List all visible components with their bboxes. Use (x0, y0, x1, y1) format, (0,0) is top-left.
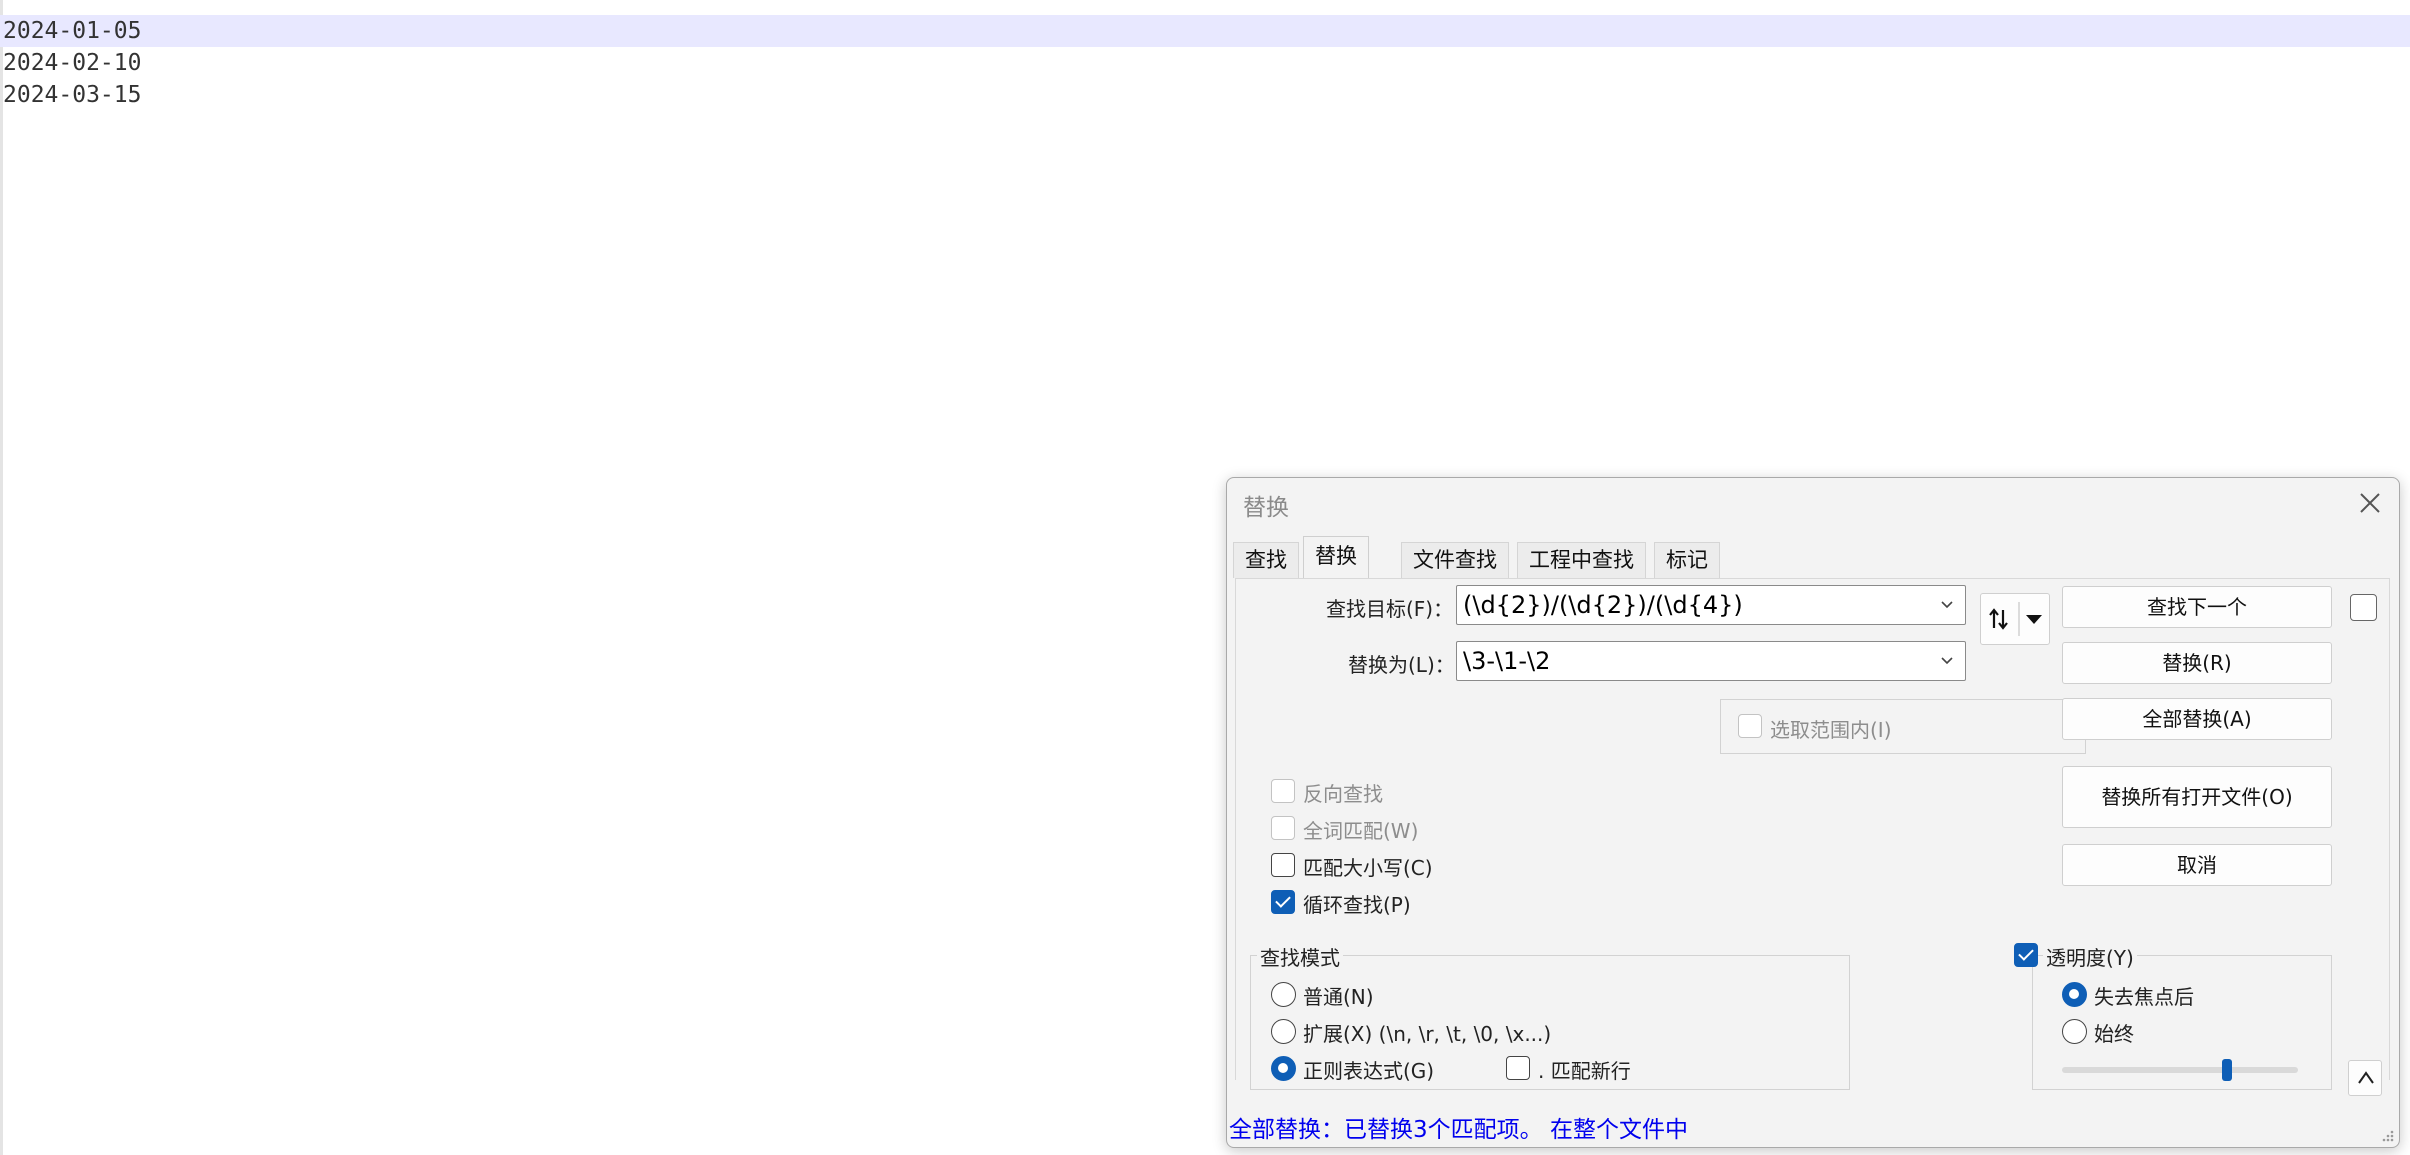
in-selection-checkbox[interactable] (1738, 714, 1762, 738)
dot-newline-checkbox[interactable] (1506, 1056, 1530, 1080)
wrap-around-checkbox[interactable] (1271, 890, 1295, 914)
normal-mode-radio[interactable] (1271, 982, 1296, 1007)
tab-panel: 查找目标(F)： (\d{2})/(\d{2})/(\d{4}) 替换为(L)：… (1235, 578, 2390, 1096)
tab-find[interactable]: 查找 (1233, 542, 1299, 578)
cancel-label: 取消 (2177, 853, 2217, 877)
always-label: 始终 (2094, 1022, 2134, 1046)
transparency-label: 透明度(Y) (2043, 942, 2137, 971)
editor-line[interactable]: 2024-01-05 (0, 15, 2410, 47)
transparency-checkbox[interactable] (2014, 943, 2038, 967)
editor-line[interactable]: 2024-03-15 (0, 79, 2410, 111)
tab-find-in-projects[interactable]: 工程中查找 (1517, 542, 1646, 578)
transparency-slider[interactable] (2062, 1067, 2298, 1073)
match-case-label: 匹配大小写(C) (1303, 856, 1433, 880)
replace-all-open-button[interactable]: 替换所有打开文件(O) (2062, 766, 2332, 828)
on-lose-focus-label: 失去焦点后 (2094, 985, 2194, 1009)
tab-find-in-files[interactable]: 文件查找 (1401, 542, 1509, 578)
find-label: 查找目标(F)： (1326, 597, 1454, 621)
match-case-checkbox[interactable] (1271, 853, 1295, 877)
replace-dialog: 替换 查找 替换 文件查找 工程中查找 标记 查找目标(F)： (\d{2})/… (1226, 477, 2400, 1148)
normal-mode-label: 普通(N) (1303, 985, 1374, 1009)
extended-mode-radio[interactable] (1271, 1019, 1296, 1044)
swap-icon (1989, 602, 2042, 636)
close-icon (2360, 493, 2380, 513)
regex-mode-label: 正则表达式(G) (1303, 1059, 1435, 1083)
tab-replace[interactable]: 替换 (1303, 536, 1369, 578)
close-button[interactable] (2355, 488, 2385, 518)
status-message: 全部替换：已替换3个匹配项。 在整个文件中 (1229, 1117, 1688, 1143)
transparency-slider-thumb[interactable] (2222, 1059, 2233, 1081)
replace-all-button[interactable]: 全部替换(A) (2062, 698, 2332, 740)
in-selection-label: 选取范围内(I) (1770, 718, 1892, 742)
chevron-up-icon (2358, 1071, 2374, 1084)
editor-margin (0, 0, 3, 1155)
on-lose-focus-radio[interactable] (2062, 982, 2087, 1007)
find-value: (\d{2})/(\d{2})/(\d{4}) (1463, 591, 1743, 619)
tab-mark[interactable]: 标记 (1654, 542, 1720, 578)
replace-value: \3-\1-\2 (1463, 647, 1551, 675)
backward-label: 反向查找 (1303, 782, 1383, 806)
whole-word-label: 全词匹配(W) (1303, 819, 1419, 843)
chevron-down-icon (1941, 601, 1953, 609)
replace-input[interactable]: \3-\1-\2 (1456, 641, 1966, 681)
whole-word-checkbox[interactable] (1271, 816, 1295, 840)
find-next-button[interactable]: 查找下一个 (2062, 586, 2332, 628)
dialog-title: 替换 (1243, 495, 1289, 521)
resize-grip-icon[interactable] (2379, 1127, 2395, 1143)
find-next-label: 查找下一个 (2147, 595, 2247, 619)
replace-all-label: 全部替换(A) (2142, 707, 2252, 731)
extended-mode-label: 扩展(X) (\n, \r, \t, \0, \x...) (1303, 1022, 1552, 1046)
cancel-button[interactable]: 取消 (2062, 844, 2332, 886)
collapse-button[interactable] (2348, 1060, 2382, 1096)
find-input[interactable]: (\d{2})/(\d{2})/(\d{4}) (1456, 585, 1966, 625)
editor-line[interactable]: 2024-02-10 (0, 47, 2410, 79)
swap-direction-button[interactable] (1980, 593, 2050, 645)
wrap-around-label: 循环查找(P) (1303, 893, 1411, 917)
chevron-down-icon (1941, 657, 1953, 665)
replace-all-open-label: 替换所有打开文件(O) (2101, 785, 2293, 809)
always-radio[interactable] (2062, 1019, 2087, 1044)
backward-checkbox[interactable] (1271, 779, 1295, 803)
dialog-extra-checkbox[interactable] (2350, 594, 2377, 621)
search-mode-title: 查找模式 (1257, 942, 1343, 971)
dot-newline-label: . 匹配新行 (1538, 1059, 1631, 1083)
replace-button-label: 替换(R) (2162, 651, 2232, 675)
replace-label: 替换为(L)： (1348, 653, 1455, 677)
tab-strip: 查找 替换 文件查找 工程中查找 标记 (1233, 536, 2388, 578)
regex-mode-radio[interactable] (1271, 1056, 1296, 1081)
replace-button[interactable]: 替换(R) (2062, 642, 2332, 684)
